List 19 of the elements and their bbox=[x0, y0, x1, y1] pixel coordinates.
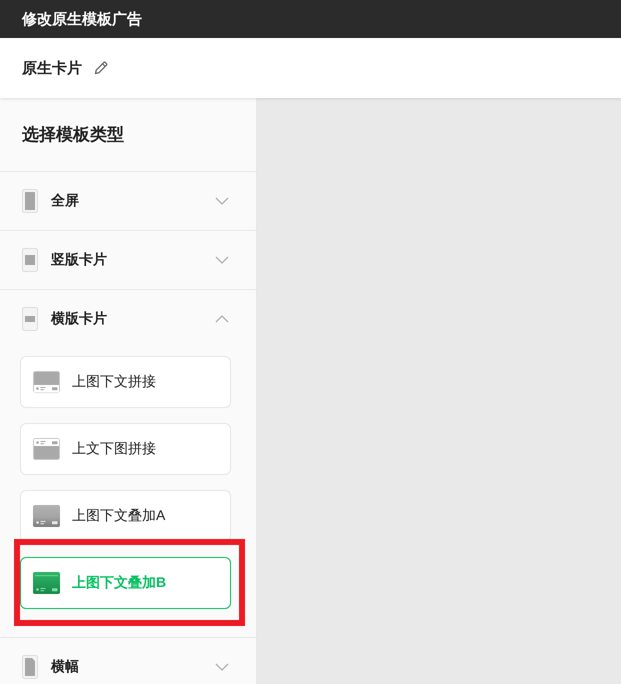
page-title: 原生卡片 bbox=[22, 58, 82, 78]
template-card[interactable]: 上文下图拼接 bbox=[20, 423, 231, 475]
edit-icon[interactable] bbox=[93, 60, 109, 76]
section-header[interactable]: 横幅 bbox=[0, 638, 256, 684]
window-title: 修改原生模板广告 bbox=[22, 10, 142, 28]
device-icon bbox=[22, 189, 38, 213]
device-icon bbox=[22, 655, 38, 679]
sidebar-heading: 选择模板类型 bbox=[0, 98, 256, 172]
template-thumbnail-icon bbox=[33, 505, 60, 527]
template-thumbnail-icon bbox=[33, 572, 60, 594]
device-icon bbox=[22, 307, 38, 331]
section-header[interactable]: 竖版卡片 bbox=[0, 231, 256, 289]
template-card[interactable]: 上图下文叠加A bbox=[20, 490, 231, 542]
section-header[interactable]: 全屏 bbox=[0, 172, 256, 230]
template-card[interactable]: 上图下文拼接 bbox=[20, 356, 231, 408]
template-thumbnail-icon bbox=[33, 438, 60, 460]
device-icon bbox=[22, 248, 38, 272]
template-thumbnail-icon bbox=[33, 371, 60, 393]
section-header[interactable]: 横版卡片 bbox=[0, 290, 256, 348]
